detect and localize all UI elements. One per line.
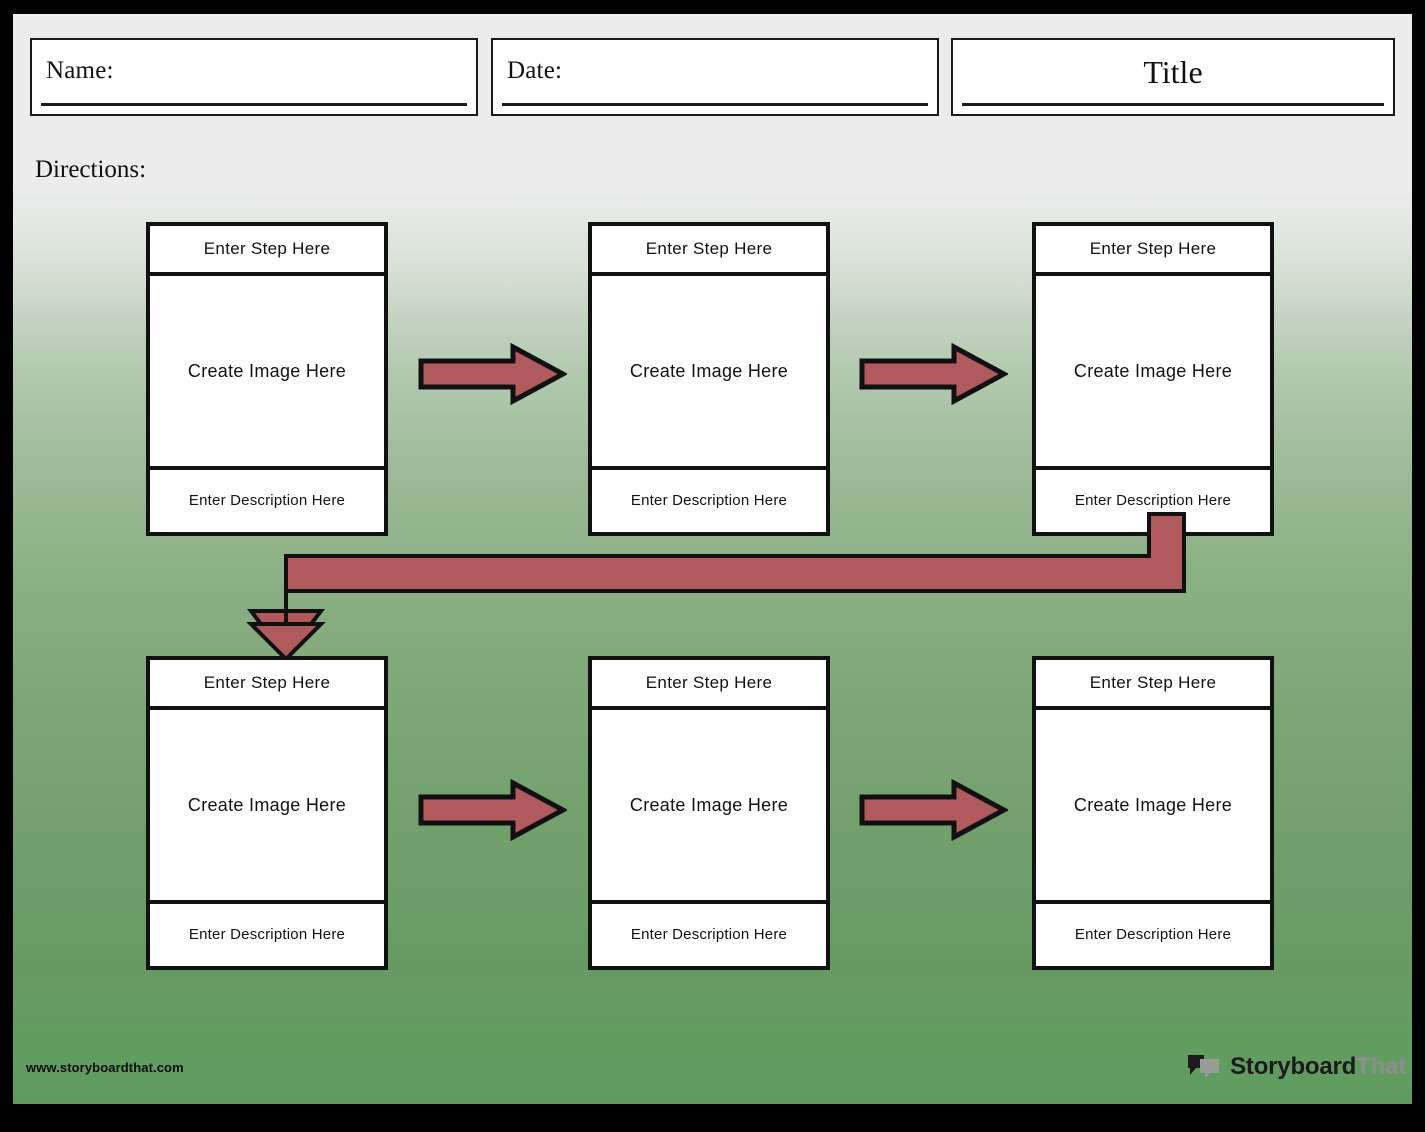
step-description[interactable]: Enter Description Here [150, 904, 384, 966]
brand-primary: Storyboard [1230, 1053, 1356, 1080]
step-card[interactable]: Enter Step Here Create Image Here Enter … [588, 222, 830, 536]
step-image-placeholder[interactable]: Create Image Here [150, 276, 384, 470]
step-card[interactable]: Enter Step Here Create Image Here Enter … [588, 656, 830, 970]
arrow-wrap-down-left-icon [238, 509, 1188, 659]
page-title: Title [953, 54, 1393, 91]
step-title[interactable]: Enter Step Here [150, 226, 384, 276]
page-frame: Name: Date: Title Directions: Enter Step… [0, 0, 1425, 1132]
step-card[interactable]: Enter Step Here Create Image Here Enter … [1032, 656, 1274, 970]
step-image-placeholder[interactable]: Create Image Here [592, 276, 826, 470]
arrow-right-icon [858, 343, 1008, 405]
arrow-right-icon [417, 343, 567, 405]
step-image-placeholder[interactable]: Create Image Here [1036, 710, 1270, 904]
title-write-line [962, 103, 1384, 106]
step-description[interactable]: Enter Description Here [1036, 904, 1270, 966]
brand-secondary: That [1356, 1053, 1406, 1080]
step-card[interactable]: Enter Step Here Create Image Here Enter … [146, 222, 388, 536]
date-field-box[interactable]: Date: [491, 38, 939, 116]
step-title[interactable]: Enter Step Here [150, 660, 384, 710]
step-title[interactable]: Enter Step Here [592, 226, 826, 276]
name-write-line [41, 103, 467, 106]
speech-bubbles-icon [1187, 1053, 1221, 1081]
arrow-right-icon [417, 779, 567, 841]
step-title[interactable]: Enter Step Here [592, 660, 826, 710]
name-field-box[interactable]: Name: [30, 38, 478, 116]
arrow-right-icon [858, 779, 1008, 841]
step-card[interactable]: Enter Step Here Create Image Here Enter … [146, 656, 388, 970]
title-field-box[interactable]: Title [951, 38, 1395, 116]
step-description[interactable]: Enter Description Here [592, 904, 826, 966]
header-row: Name: Date: Title [13, 14, 1412, 154]
step-image-placeholder[interactable]: Create Image Here [592, 710, 826, 904]
step-image-placeholder[interactable]: Create Image Here [150, 710, 384, 904]
worksheet-canvas: Name: Date: Title Directions: Enter Step… [13, 14, 1412, 1104]
step-image-placeholder[interactable]: Create Image Here [1036, 276, 1270, 470]
date-write-line [502, 103, 928, 106]
site-url: www.storyboardthat.com [26, 1060, 184, 1075]
date-label: Date: [507, 57, 562, 85]
step-title[interactable]: Enter Step Here [1036, 226, 1270, 276]
storyboardthat-logo: StoryboardThat [1187, 1050, 1406, 1084]
brand-wordmark: StoryboardThat [1230, 1053, 1406, 1081]
step-card[interactable]: Enter Step Here Create Image Here Enter … [1032, 222, 1274, 536]
directions-label: Directions: [35, 156, 146, 184]
name-label: Name: [46, 57, 114, 85]
step-title[interactable]: Enter Step Here [1036, 660, 1270, 710]
